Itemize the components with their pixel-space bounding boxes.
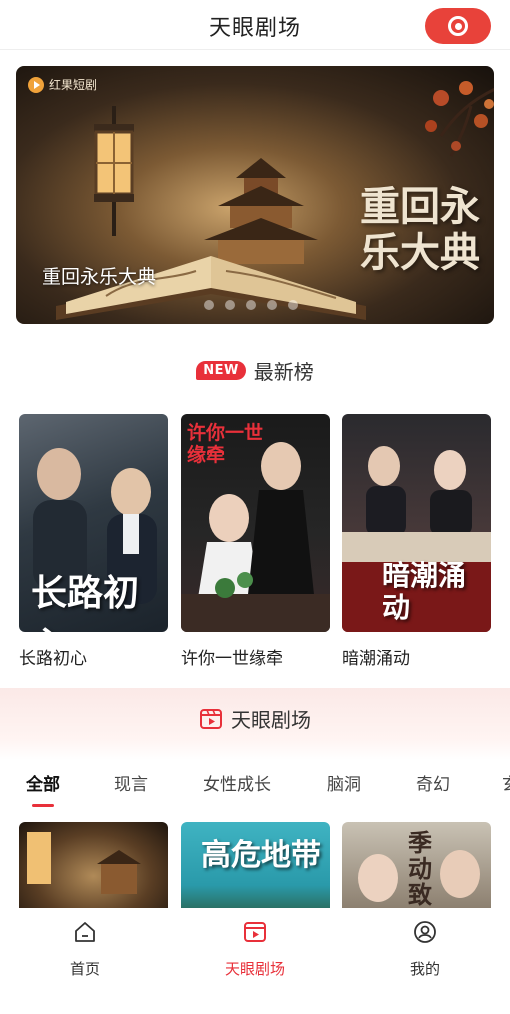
- record-button[interactable]: [425, 8, 491, 44]
- drama-card[interactable]: [19, 822, 168, 912]
- poster-image: [27, 832, 141, 894]
- poster-title-art: 暗潮涌动: [382, 559, 467, 624]
- carousel-dot[interactable]: [267, 300, 277, 310]
- new-badge: NEW: [196, 360, 246, 380]
- record-icon: [448, 16, 468, 36]
- brand-name: 红果短剧: [49, 78, 98, 92]
- nav-profile-label: 我的: [409, 960, 440, 978]
- latest-item-label: 长路初心: [19, 649, 87, 669]
- carousel-dot[interactable]: [225, 300, 235, 310]
- theater-icon: [244, 922, 266, 942]
- poster-image: 暗潮涌动: [342, 414, 491, 632]
- drama-card[interactable]: 高危地带: [181, 822, 330, 912]
- bottom-nav: 首页 天眼剧场 我的: [0, 908, 510, 1014]
- latest-section-header: NEW 最新榜: [0, 354, 510, 386]
- nav-theater-label: 天眼剧场: [224, 960, 285, 978]
- poster-title-art: 长路初心: [31, 572, 140, 632]
- tab-mystery[interactable]: 玄: [502, 770, 510, 795]
- latest-item-3[interactable]: 暗潮涌动 暗潮涌动: [342, 414, 491, 669]
- poster-image: 许你一世缘牵: [181, 414, 330, 632]
- brand-logo-icon: [28, 76, 44, 93]
- tab-female-growth[interactable]: 女性成长: [203, 770, 271, 795]
- carousel-dots: [204, 300, 298, 310]
- maple-branch-art: [425, 81, 494, 157]
- top-header: 天眼剧场: [0, 0, 510, 50]
- poster-title-art: 高危地带: [201, 838, 321, 873]
- home-icon: [75, 922, 95, 942]
- carousel-dot[interactable]: [204, 300, 214, 310]
- featured-banner[interactable]: 红果短剧 重回永乐大典 重回永乐大典: [16, 66, 494, 324]
- brand-tag: 红果短剧: [28, 76, 97, 93]
- banner-caption: 重回永乐大典: [42, 266, 157, 288]
- nav-theater[interactable]: 天眼剧场: [215, 920, 295, 979]
- carousel-dot[interactable]: [246, 300, 256, 310]
- category-tabs: 全部 现言 女性成长 脑洞 奇幻 玄: [0, 762, 510, 808]
- banner-art-title: 重回永乐大典: [360, 183, 480, 276]
- tab-fantasy[interactable]: 奇幻: [416, 770, 450, 795]
- carousel-dot[interactable]: [288, 300, 298, 310]
- latest-item-label: 许你一世缘牵: [181, 649, 283, 669]
- tab-brain-hole[interactable]: 脑洞: [327, 770, 361, 795]
- latest-list: 长路初心 长路初心 许你一世缘牵 许你一世缘牵: [19, 414, 491, 669]
- tab-romance[interactable]: 现言: [114, 770, 148, 795]
- poster-title-art: 季动致焰: [408, 828, 432, 913]
- latest-item-1[interactable]: 长路初心 长路初心: [19, 414, 168, 669]
- nav-home[interactable]: 首页: [45, 920, 125, 979]
- latest-item-label: 暗潮涌动: [342, 649, 410, 669]
- drama-card[interactable]: 季动致焰: [342, 822, 491, 912]
- theater-section-header: 天眼剧场: [0, 688, 510, 760]
- poster-image: 长路初心: [19, 414, 168, 632]
- profile-icon: [414, 921, 436, 943]
- active-tab-indicator: [32, 804, 54, 807]
- latest-section-title: 最新榜: [253, 359, 314, 384]
- theater-section-title: 天眼剧场: [231, 708, 311, 732]
- nav-home-label: 首页: [69, 960, 100, 978]
- tab-all[interactable]: 全部: [26, 770, 60, 795]
- drama-grid: 高危地带 季动致焰: [19, 822, 491, 912]
- poster-title-art: 许你一世缘牵: [187, 422, 264, 466]
- nav-profile[interactable]: 我的: [385, 920, 465, 979]
- latest-item-2[interactable]: 许你一世缘牵 许你一世缘牵: [181, 414, 330, 669]
- theater-icon: [200, 708, 222, 729]
